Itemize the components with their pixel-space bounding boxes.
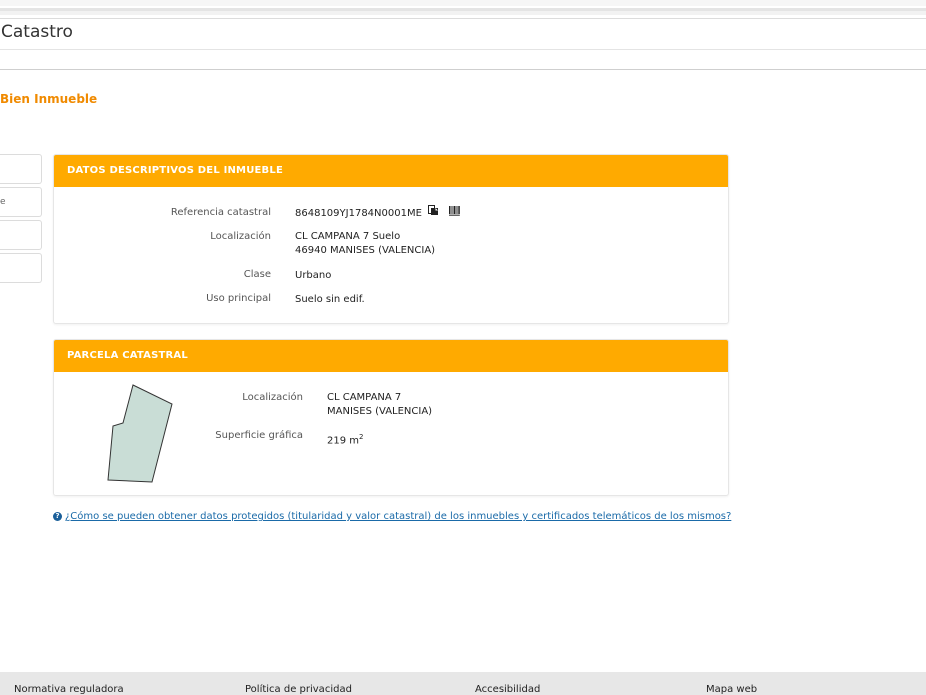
class-value: Urbano (295, 270, 332, 281)
main-use-value: Suelo sin edif. (295, 294, 365, 305)
parcel-panel-title: PARCELA CATASTRAL (54, 340, 728, 372)
header-divider-lower (0, 69, 926, 70)
footer-link-regulations[interactable]: Normativa reguladora (14, 684, 124, 695)
question-icon: ? (53, 511, 62, 521)
surface-unit-exponent: 2 (359, 433, 364, 441)
surface-value: 219 m2 (327, 430, 363, 448)
protected-data-info: ? ¿Cómo se pueden obtener datos protegido… (53, 511, 731, 522)
page-title: Bien Inmueble (0, 92, 98, 106)
surface-label: Superficie gráfica (215, 430, 303, 441)
surface-number: 219 m (327, 435, 360, 447)
location-line-1: CL CAMPANA 7 Suelo (295, 231, 401, 242)
descriptive-data-panel: DATOS DESCRIPTIVOS DEL INMUEBLE Referenc… (53, 154, 729, 324)
side-tab-4[interactable] (0, 253, 42, 283)
side-tab-label: e (0, 197, 6, 207)
field-label: Clase (243, 269, 271, 280)
cadastral-reference: 8648109YJ1784N0001ME (295, 208, 422, 219)
side-tab-1[interactable] (0, 154, 42, 184)
protected-data-link[interactable]: ¿Cómo se pueden obtener datos protegidos… (65, 511, 731, 522)
footer-link-privacy[interactable]: Política de privacidad (245, 684, 352, 695)
location-value: CL CAMPANA 7 Suelo 46940 MANISES (VALENC… (295, 230, 435, 258)
field-label: Referencia catastral (170, 207, 271, 218)
copy-icon[interactable] (427, 205, 439, 221)
parcel-panel: PARCELA CATASTRAL Localización CL CAMPAN… (53, 339, 729, 496)
descriptive-panel-title: DATOS DESCRIPTIVOS DEL INMUEBLE (54, 155, 728, 187)
barcode-icon[interactable] (448, 205, 460, 221)
app-title: Catastro (1, 22, 73, 42)
parcel-location-line-2: MANISES (VALENCIA) (327, 406, 433, 417)
header-divider (0, 49, 926, 50)
cadastral-reference-value: 8648109YJ1784N0001ME (295, 205, 460, 221)
side-tab-3[interactable] (0, 220, 42, 250)
parcel-location-line-1: CL CAMPANA 7 (327, 392, 402, 403)
parcel-location-value: CL CAMPANA 7 MANISES (VALENCIA) (327, 391, 432, 419)
side-tab-2[interactable]: e (0, 187, 42, 217)
footer-link-sitemap[interactable]: Mapa web (706, 684, 757, 695)
browser-strip (0, 0, 926, 20)
parcel-location-label: Localización (242, 392, 303, 403)
field-label: Localización (210, 231, 271, 242)
footer: Normativa reguladora Política de privaci… (0, 672, 926, 695)
strip-divider (0, 18, 926, 19)
location-line-2: 46940 MANISES (VALENCIA) (295, 245, 436, 256)
field-label: Uso principal (206, 293, 271, 304)
footer-link-accessibility[interactable]: Accesibilidad (475, 684, 540, 695)
